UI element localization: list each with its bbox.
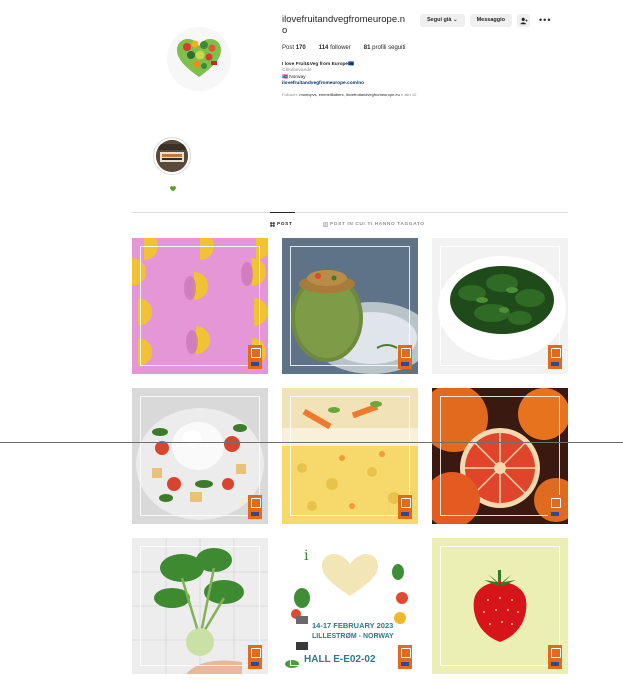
post-tile-4[interactable]: [132, 388, 268, 524]
brand-badge-icon: [398, 495, 412, 519]
following-stat[interactable]: 81 profili seguiti: [364, 45, 406, 51]
message-button[interactable]: Messaggio: [469, 14, 513, 27]
followed-by-names: momvpvs, emmellitabers, ilovefruitandveg…: [299, 91, 400, 97]
tab-tagged-label: POST IN CUI TI HANNO TAGGATO: [330, 222, 425, 227]
tag-icon: [323, 222, 328, 227]
tab-posts[interactable]: POST: [270, 222, 292, 227]
posts-stat-count: 170: [295, 45, 306, 51]
post-tile-2[interactable]: [282, 238, 418, 374]
profile-page: ilovefruitandvegfromeurope.no Segui già …: [0, 0, 623, 682]
story-highlight-image: [156, 140, 188, 172]
tabs-divider: [132, 212, 568, 213]
followed-by-prefix: Follower:: [282, 91, 299, 97]
brand-badge-icon: [548, 645, 562, 669]
more-icon[interactable]: •••: [539, 14, 551, 27]
poster-place: LILLESTRØM - NORWAY: [312, 633, 394, 640]
brand-badge-icon: [548, 495, 562, 519]
post-tile-9[interactable]: [432, 538, 568, 674]
post-tile-8[interactable]: i 14-17 FEBRUARY 2023 LILLESTRØM - NORWA…: [282, 538, 418, 674]
following-button-label: Segui già: [427, 17, 452, 23]
overlay-line: [0, 442, 623, 443]
brand-badge-icon: [248, 645, 262, 669]
brand-badge-icon: [248, 495, 262, 519]
post-tile-3[interactable]: [432, 238, 568, 374]
username: ilovefruitandvegfromeurope.no: [282, 14, 406, 36]
following-stat-label: profili seguiti: [372, 45, 406, 51]
tab-posts-label: POST: [277, 222, 293, 227]
tab-tagged[interactable]: POST IN CUI TI HANNO TAGGATO: [323, 222, 425, 227]
brand-badge-icon: [398, 645, 412, 669]
poster-hall: HALL E-E02-02: [304, 654, 376, 665]
bio-followed-by[interactable]: Follower: momvpvs, emmellitabers, ilovef…: [282, 92, 582, 98]
story-highlight[interactable]: [153, 137, 191, 175]
profile-bio: I love Fruit&Veg from Europe🇪🇺 Cibo/beva…: [282, 62, 582, 98]
grid-icon: [270, 222, 275, 227]
posts-stat: Post 170: [282, 45, 306, 51]
post-tile-7[interactable]: [132, 538, 268, 674]
heart-icon: [170, 179, 176, 192]
posts-stat-label: Post: [282, 45, 295, 51]
bio-link[interactable]: ilovefruitandvegfromeurope.com/no: [282, 81, 582, 87]
brand-badge-icon: [398, 345, 412, 369]
following-stat-count: 81: [363, 45, 371, 51]
tab-active-indicator: [270, 212, 295, 213]
profile-header: ilovefruitandvegfromeurope.no Segui già …: [282, 14, 582, 98]
post-tile-5[interactable]: [282, 388, 418, 524]
post-tile-1[interactable]: [132, 238, 268, 374]
followers-stat-label: follower: [330, 45, 351, 51]
heart-logo-icon: [167, 27, 231, 91]
following-button[interactable]: Segui già ⌄: [420, 14, 465, 27]
followers-stat[interactable]: 114 follower: [319, 45, 351, 51]
profile-avatar[interactable]: [167, 27, 231, 91]
poster-date: 14-17 FEBRUARY 2023: [312, 621, 393, 630]
post-tile-6[interactable]: [432, 388, 568, 524]
svg-text:i: i: [304, 548, 309, 564]
chevron-down-icon: ⌄: [452, 17, 458, 23]
profile-stats: Post 170 114 follower 81 profili seguiti: [282, 45, 582, 51]
brand-badge-icon: [248, 345, 262, 369]
followed-by-suffix: e altri 10: [400, 91, 417, 97]
followers-stat-count: 114: [318, 45, 329, 51]
person-add-icon[interactable]: [517, 14, 531, 27]
brand-badge-icon: [548, 345, 562, 369]
